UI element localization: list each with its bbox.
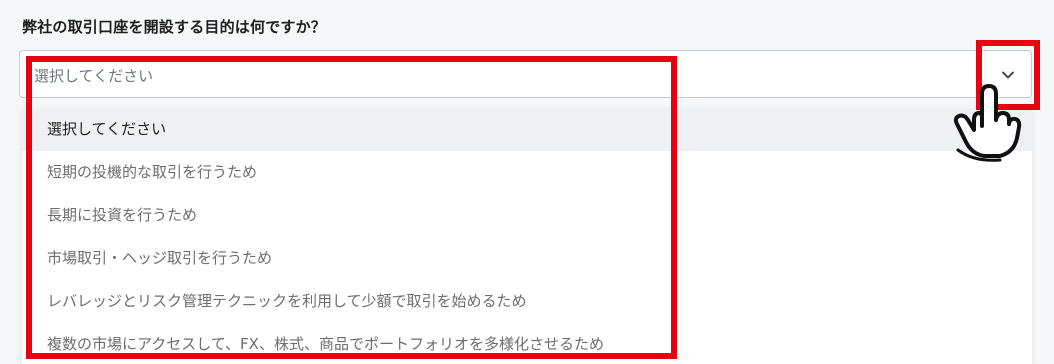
dropdown-option[interactable]: 市場取引・ヘッジ取引を行うため — [22, 237, 1032, 280]
dropdown-option[interactable]: 選択してください — [22, 108, 1032, 151]
question-label: 弊社の取引口座を開設する目的は何ですか？ — [22, 18, 327, 36]
purpose-select[interactable]: 選択してください — [19, 50, 1032, 98]
select-current-value: 選択してください — [34, 67, 154, 85]
dropdown-option[interactable]: レバレッジとリスク管理テクニックを利用して少額で取引を始めるため — [22, 280, 1032, 323]
dropdown-option[interactable]: 複数の市場にアクセスして、FX、株式、商品でポートフォリオを多様化させるため — [22, 323, 1032, 364]
dropdown-list: 選択してください 短期の投機的な取引を行うため 長期に投資を行うため 市場取引・… — [22, 108, 1032, 364]
chevron-down-icon[interactable] — [1001, 67, 1015, 81]
dropdown-option[interactable]: 長期に投資を行うため — [22, 194, 1032, 237]
dropdown-option[interactable]: 短期の投機的な取引を行うため — [22, 151, 1032, 194]
